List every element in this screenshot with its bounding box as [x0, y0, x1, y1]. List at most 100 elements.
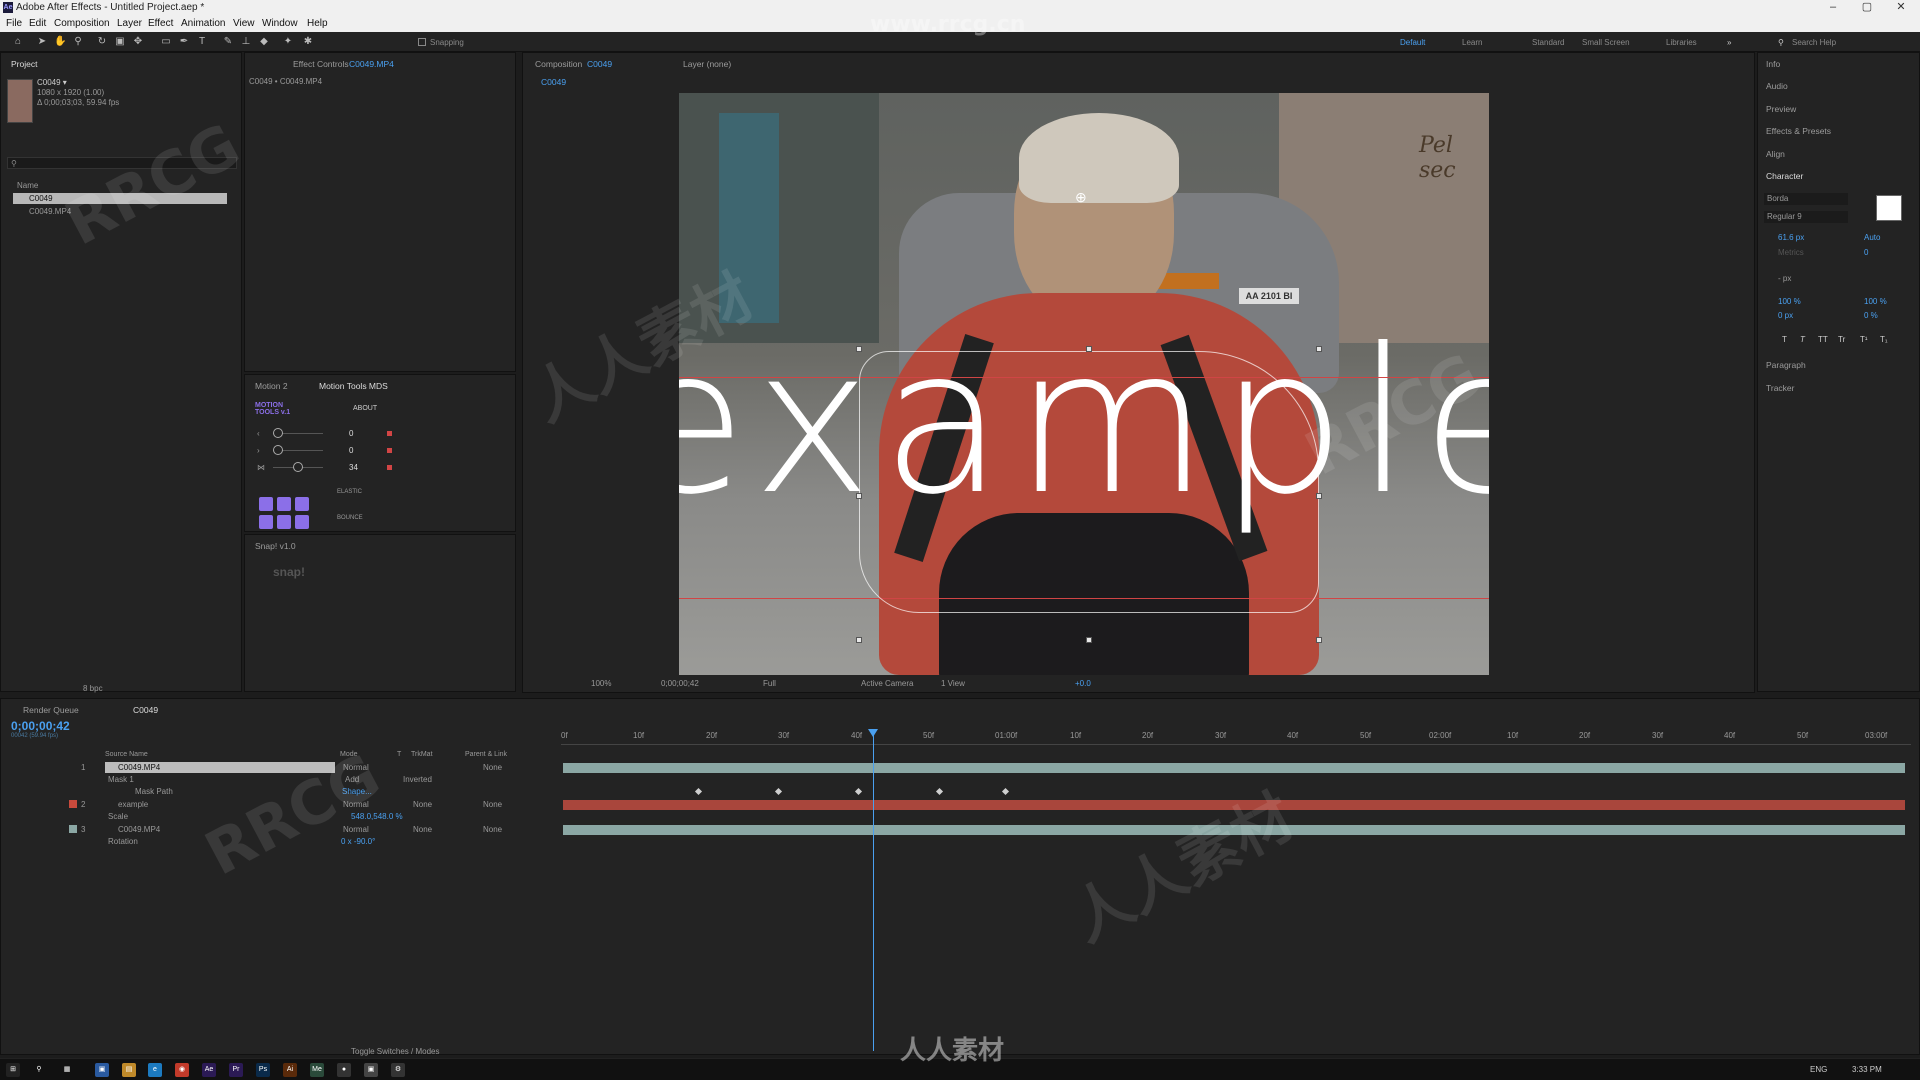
subscript-button[interactable]: T₁ — [1880, 335, 1888, 344]
file-explorer-icon[interactable]: ▤ — [122, 1063, 136, 1077]
tab-motion-tools[interactable]: Motion Tools MDS — [319, 381, 388, 391]
scale-value[interactable]: 548.0,548.0 % — [351, 812, 403, 821]
mask-mode[interactable]: Add — [345, 775, 359, 784]
more-workspaces-icon[interactable]: » — [1727, 38, 1731, 47]
mask-vertex[interactable] — [1086, 637, 1092, 643]
zoom-level[interactable]: 100% — [591, 679, 611, 688]
slider-handle[interactable] — [273, 445, 283, 455]
tab-motion-2[interactable]: Motion 2 — [255, 381, 288, 391]
keyframe-icon[interactable] — [1001, 787, 1010, 796]
layer-tab[interactable]: Layer (none) — [683, 59, 731, 69]
slider-handle[interactable] — [293, 462, 303, 472]
label-color-icon[interactable] — [69, 800, 77, 808]
render-queue-tab[interactable]: Render Queue — [23, 705, 79, 715]
edge-icon[interactable]: e — [148, 1063, 162, 1077]
composition-tab[interactable]: Composition — [535, 59, 582, 69]
effect-controls-tab[interactable]: Effect Controls — [293, 59, 349, 69]
views-select[interactable]: 1 View — [941, 679, 965, 688]
fill-color-swatch[interactable] — [1876, 195, 1902, 221]
tab-preview[interactable]: Preview — [1766, 104, 1796, 114]
home-icon[interactable]: ⌂ — [12, 36, 24, 48]
mask-vertex[interactable] — [1316, 346, 1322, 352]
source-name-header[interactable]: Source Name — [105, 751, 148, 758]
menu-effect[interactable]: Effect — [148, 18, 173, 29]
search-icon[interactable]: ⚲ — [1778, 38, 1784, 47]
selection-tool-icon[interactable]: ➤ — [36, 36, 48, 48]
tab-info[interactable]: Info — [1766, 59, 1780, 69]
brush-tool-icon[interactable]: ✎ — [222, 36, 234, 48]
tab-audio[interactable]: Audio — [1766, 81, 1788, 91]
list-item[interactable]: C0049.MP4 — [29, 207, 71, 216]
keyframe-icon[interactable] — [854, 787, 863, 796]
settings-icon[interactable]: ⚙ — [391, 1063, 405, 1077]
mode-header[interactable]: Mode — [340, 751, 358, 758]
minimize-button[interactable]: – — [1818, 0, 1848, 16]
anchor-grid-cell[interactable] — [295, 515, 309, 529]
close-button[interactable]: ✕ — [1886, 0, 1916, 16]
anchor-point-icon[interactable]: ⊕ — [1075, 189, 1087, 206]
tab-tracker[interactable]: Tracker — [1766, 383, 1795, 393]
list-item[interactable]: C0049 — [29, 194, 53, 203]
layer-name[interactable]: example — [118, 800, 148, 809]
mask-vertex[interactable] — [1316, 637, 1322, 643]
all-caps-button[interactable]: TT — [1818, 335, 1828, 344]
search-icon[interactable]: ⚲ — [32, 1063, 46, 1077]
hand-tool-icon[interactable]: ✋ — [54, 36, 66, 48]
snap-tab[interactable]: Snap! v1.0 — [255, 541, 296, 551]
tracking-value[interactable]: 0 — [1864, 248, 1868, 257]
small-caps-button[interactable]: Tr — [1838, 335, 1845, 344]
anchor-grid-cell[interactable] — [277, 515, 291, 529]
rotate-tool-icon[interactable]: ↻ — [96, 36, 108, 48]
layer-parent[interactable]: None — [483, 763, 502, 772]
layer-parent[interactable]: None — [483, 825, 502, 834]
horizontal-scale-value[interactable]: 100 % — [1864, 297, 1887, 306]
after-effects-icon[interactable]: Ae — [202, 1063, 216, 1077]
menu-layer[interactable]: Layer — [117, 18, 142, 29]
exposure-value[interactable]: +0.0 — [1075, 679, 1091, 688]
illustrator-icon[interactable]: Ai — [283, 1063, 297, 1077]
layer-mode[interactable]: Normal — [343, 825, 369, 834]
tsume-value[interactable]: 0 % — [1864, 311, 1878, 320]
resolution-select[interactable]: Full — [763, 679, 776, 688]
bounce-button[interactable]: BOUNCE — [337, 515, 363, 521]
comp-breadcrumb[interactable]: C0049 — [541, 77, 566, 87]
project-search-input[interactable]: ⚲ — [7, 157, 237, 169]
mask-vertex[interactable] — [856, 637, 862, 643]
apply-dot-icon[interactable] — [387, 448, 392, 453]
mask-path-outline[interactable] — [859, 351, 1319, 613]
slider-handle[interactable] — [273, 428, 283, 438]
rotation-label[interactable]: Rotation — [108, 837, 138, 846]
media-encoder-icon[interactable]: Me — [310, 1063, 324, 1077]
type-tool-icon[interactable]: T — [196, 36, 208, 48]
faux-italic-button[interactable]: T — [1800, 335, 1805, 344]
mask-vertex[interactable] — [856, 346, 862, 352]
roto-tool-icon[interactable]: ✦ — [282, 36, 294, 48]
stroke-width-value[interactable]: - px — [1778, 274, 1791, 283]
menu-animation[interactable]: Animation — [181, 18, 225, 29]
scale-label[interactable]: Scale — [108, 812, 128, 821]
superscript-button[interactable]: T¹ — [1860, 335, 1868, 344]
vertical-scale-value[interactable]: 100 % — [1778, 297, 1801, 306]
pen-tool-icon[interactable]: ✒ — [178, 36, 190, 48]
snapping-checkbox[interactable] — [418, 38, 426, 46]
rotation-value[interactable]: 0 x -90.0° — [341, 837, 375, 846]
workspace-default[interactable]: Default — [1400, 38, 1425, 47]
layer-trkmat[interactable]: None — [413, 800, 432, 809]
layer-bar[interactable] — [563, 800, 1905, 810]
layer-name[interactable]: C0049.MP4 — [118, 763, 160, 772]
keyframe-icon[interactable] — [774, 787, 783, 796]
viewer-timecode[interactable]: 0;00;00;42 — [661, 679, 699, 688]
maximize-button[interactable]: ▢ — [1852, 0, 1882, 16]
anchor-grid-cell[interactable] — [259, 497, 273, 511]
t-header[interactable]: T — [397, 751, 401, 758]
menu-file[interactable]: File — [6, 18, 22, 29]
language-indicator[interactable]: ENG — [1810, 1065, 1827, 1074]
font-size-value[interactable]: 61.6 px — [1778, 233, 1804, 242]
layer-trkmat[interactable]: None — [413, 825, 432, 834]
project-tab[interactable]: Project — [11, 59, 37, 69]
tab-effects-presets[interactable]: Effects & Presets — [1766, 126, 1831, 136]
current-time[interactable]: 0;00;00;42 — [11, 719, 70, 733]
anchor-grid-cell[interactable] — [277, 497, 291, 511]
layer-bar[interactable] — [563, 763, 1905, 773]
workspace-small-screen[interactable]: Small Screen — [1582, 38, 1630, 47]
